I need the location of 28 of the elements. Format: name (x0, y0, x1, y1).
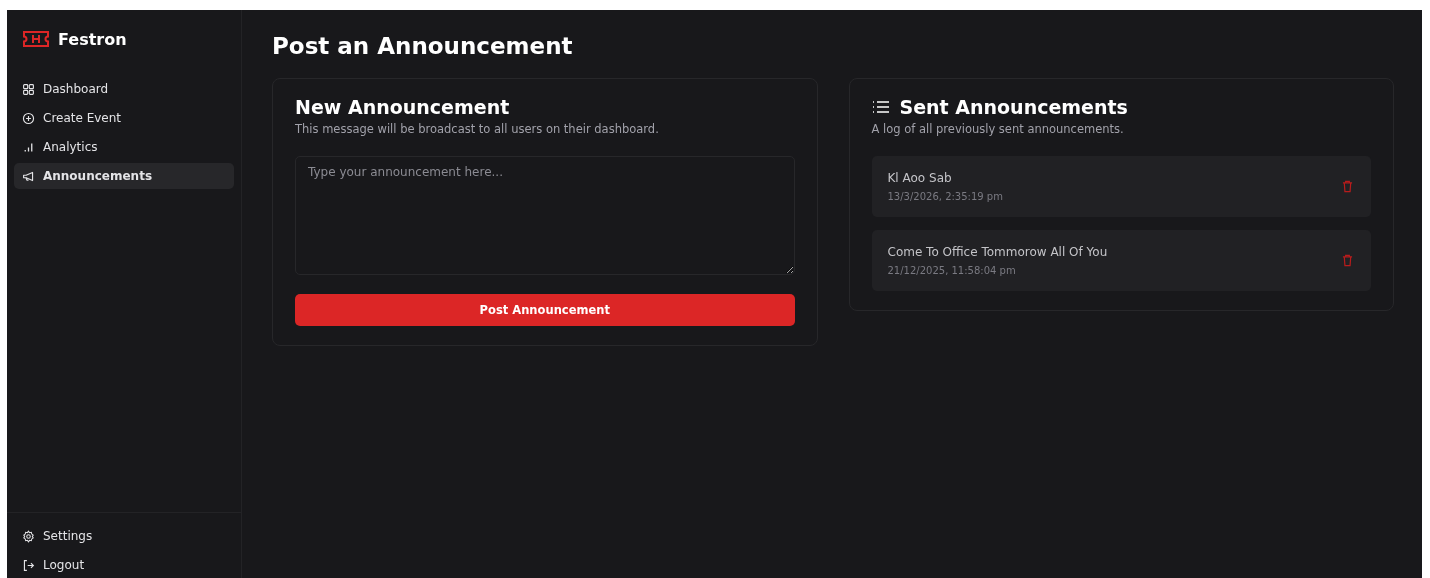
plus-circle-icon (22, 111, 35, 125)
nav-item[interactable]: Dashboard (14, 76, 234, 102)
megaphone-icon (22, 169, 35, 183)
ticket-logo-icon (22, 30, 50, 48)
bar-chart-icon (22, 140, 35, 154)
brand-name: Festron (58, 29, 127, 49)
announcement-time: 21/12/2025, 11:58:04 pm (887, 265, 1017, 276)
delete-button[interactable] (1340, 252, 1355, 269)
announcement-message: Come To Office Tommorow All Of You (887, 245, 1108, 259)
post-button[interactable]: Post Announcement (295, 294, 795, 326)
card-title: Sent Announcements (899, 96, 1128, 118)
nav-item[interactable]: Announcements (14, 163, 234, 189)
nav-item[interactable]: Logout (14, 552, 241, 578)
announcement-message: Kl Aoo Sab (887, 171, 953, 185)
delete-button[interactable] (1340, 178, 1355, 195)
grid-icon (22, 82, 35, 96)
settings-icon (22, 529, 35, 543)
card-subtitle: This message will be broadcast to all users on their dashboard. (295, 122, 660, 136)
announcement-field[interactable]: Type your announcement here... (295, 156, 795, 275)
announcement-time: 13/3/2026, 2:35:19 pm (887, 191, 1003, 202)
nav-item[interactable]: Analytics (14, 134, 234, 160)
card-title: New Announcement (295, 96, 511, 118)
logout-icon (22, 558, 35, 572)
list-icon (871, 100, 890, 114)
page-title: Post an Announcement (272, 33, 574, 59)
card-subtitle: A log of all previously sent announcements. (871, 122, 1125, 136)
nav-item[interactable]: Settings (14, 523, 241, 549)
nav-item[interactable]: Create Event (14, 105, 234, 131)
